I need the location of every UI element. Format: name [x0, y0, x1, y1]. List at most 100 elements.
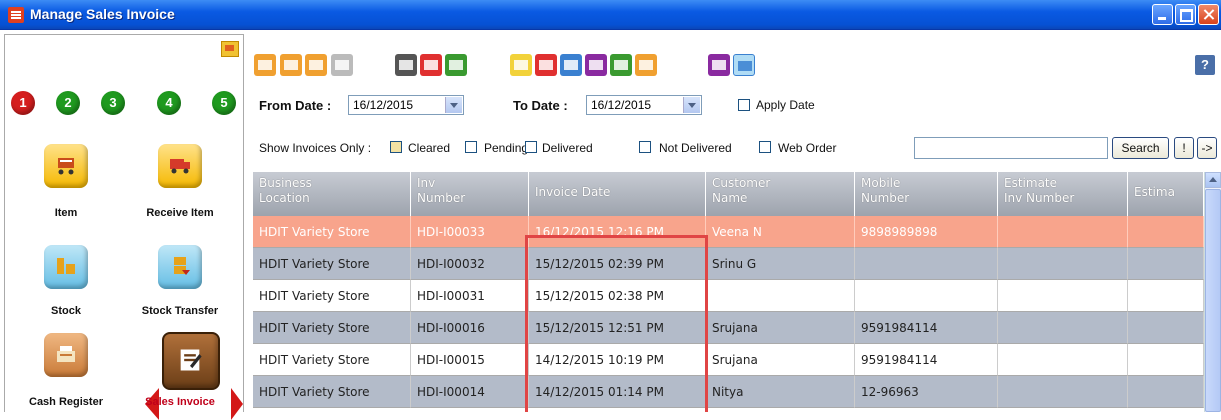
close-button[interactable]	[1198, 4, 1219, 25]
grid-icon[interactable]	[610, 54, 632, 76]
table-cell	[998, 248, 1128, 280]
header-line: Name	[712, 191, 748, 205]
shopping-cart-icon[interactable]	[733, 54, 755, 76]
disabled-delivery-icon[interactable]	[331, 54, 353, 76]
column-header[interactable]: Estima	[1128, 172, 1204, 216]
step-3-button[interactable]: 3	[101, 91, 125, 115]
toolbar: ?	[249, 34, 1217, 82]
table-cell: HDIT Variety Store	[253, 312, 411, 344]
table-cell: 9898989898	[855, 216, 998, 248]
header-line: Location	[259, 191, 310, 205]
nav-item-label[interactable]: Stock Transfer	[130, 305, 230, 317]
table-cell	[1128, 216, 1204, 248]
not-delivered-checkbox[interactable]	[639, 141, 651, 153]
collapse-panel-icon[interactable]	[221, 41, 239, 57]
edit-icon[interactable]	[560, 54, 582, 76]
next-arrow-icon[interactable]	[231, 388, 243, 420]
table-cell: HDIT Variety Store	[253, 248, 411, 280]
table-cell: HDIT Variety Store	[253, 216, 411, 248]
table-row[interactable]: HDIT Variety Store HDI-I00016 15/12/2015…	[253, 312, 1204, 344]
table-cell: HDI-I00032	[411, 248, 529, 280]
table-cell	[1128, 344, 1204, 376]
header-line: Number	[861, 191, 910, 205]
table-row[interactable]: HDIT Variety Store HDI-I00015 14/12/2015…	[253, 344, 1204, 376]
table-cell: HDI-I00033	[411, 216, 529, 248]
maximize-button[interactable]	[1175, 4, 1196, 25]
print-red-icon[interactable]	[420, 54, 442, 76]
minimize-button[interactable]	[1152, 4, 1173, 25]
header-line: Number	[417, 191, 466, 205]
scroll-up-icon[interactable]	[1205, 172, 1221, 188]
cart-icon[interactable]	[44, 144, 88, 188]
table-cell	[706, 280, 855, 312]
nav-item-label[interactable]: Stock	[16, 305, 116, 317]
remove-icon[interactable]	[535, 54, 557, 76]
next-button[interactable]: ->	[1197, 137, 1217, 159]
table-cell: Veena N	[706, 216, 855, 248]
print-icon[interactable]	[395, 54, 417, 76]
column-header[interactable]: Business Location	[253, 172, 411, 216]
step-5-button[interactable]: 5	[212, 91, 236, 115]
table-row[interactable]: HDIT Variety Store HDI-I00031 15/12/2015…	[253, 280, 1204, 312]
table-cell: Nitya	[706, 376, 855, 408]
step-2-button[interactable]: 2	[56, 91, 80, 115]
help-icon[interactable]: ?	[1195, 55, 1215, 75]
header-line: Business	[259, 176, 312, 190]
table-row[interactable]: HDIT Variety Store HDI-I00032 15/12/2015…	[253, 248, 1204, 280]
sales-invoice-icon[interactable]	[162, 332, 220, 390]
table-cell: 12-96963	[855, 376, 998, 408]
step-1-button[interactable]: 1	[11, 91, 35, 115]
table-cell	[855, 280, 998, 312]
table-row[interactable]: HDIT Variety Store HDI-I00033 16/12/2015…	[253, 216, 1204, 248]
delivered-checkbox[interactable]	[525, 141, 537, 153]
stock-transfer-icon[interactable]	[158, 245, 202, 289]
apply-date-checkbox[interactable]	[738, 99, 750, 111]
table-icon[interactable]	[635, 54, 657, 76]
column-header[interactable]: Mobile Number	[855, 172, 998, 216]
nav-item-label[interactable]: Cash Register	[16, 396, 116, 408]
pending-checkbox[interactable]	[465, 141, 477, 153]
search-input[interactable]	[914, 137, 1108, 159]
truck-icon[interactable]	[158, 144, 202, 188]
from-date-select[interactable]: 16/12/2015	[348, 95, 464, 115]
cash-register-icon[interactable]	[44, 333, 88, 377]
stock-transfer-glyph	[174, 257, 190, 275]
table-row[interactable]: HDIT Variety Store HDI-I00014 14/12/2015…	[253, 376, 1204, 408]
chevron-down-icon[interactable]	[445, 97, 462, 113]
list-icon[interactable]	[708, 54, 730, 76]
nav-item-label[interactable]: Item	[16, 207, 116, 219]
search-button[interactable]: Search	[1112, 137, 1169, 159]
nav-item-label-active[interactable]: Sales Invoice	[130, 396, 230, 408]
cleared-label: Cleared	[408, 141, 451, 155]
chevron-down-icon[interactable]	[683, 97, 700, 113]
print-green-icon[interactable]	[445, 54, 467, 76]
exclamation-button[interactable]: !	[1174, 137, 1194, 159]
report-icon[interactable]	[585, 54, 607, 76]
table-cell: Srujana	[706, 312, 855, 344]
search-icon[interactable]	[254, 54, 276, 76]
cancel-icon[interactable]	[280, 54, 302, 76]
to-date-select[interactable]: 16/12/2015	[586, 95, 702, 115]
column-header[interactable]: Inv Number	[411, 172, 529, 216]
title-bar: Manage Sales Invoice	[0, 0, 1221, 30]
delivery-icon[interactable]	[305, 54, 327, 76]
column-header[interactable]: Invoice Date	[529, 172, 706, 216]
header-line: Mobile	[861, 176, 901, 190]
table-cell: 9591984114	[855, 312, 998, 344]
nav-item-label[interactable]: Receive Item	[130, 207, 230, 219]
column-header[interactable]: Customer Name	[706, 172, 855, 216]
stock-icon[interactable]	[44, 245, 88, 289]
table-cell: Srinu G	[706, 248, 855, 280]
column-header[interactable]: Estimate Inv Number	[998, 172, 1128, 216]
document-icon[interactable]	[510, 54, 532, 76]
cleared-checkbox[interactable]	[390, 141, 402, 153]
step-4-button[interactable]: 4	[157, 91, 181, 115]
to-date-label: To Date :	[513, 98, 568, 113]
web-order-checkbox[interactable]	[759, 141, 771, 153]
scroll-thumb[interactable]	[1205, 189, 1221, 412]
vertical-scrollbar[interactable]	[1204, 172, 1221, 412]
header-line: Estimate	[1004, 176, 1058, 190]
table-cell	[1128, 312, 1204, 344]
table-cell: HDI-I00015	[411, 344, 529, 376]
table-cell	[998, 280, 1128, 312]
